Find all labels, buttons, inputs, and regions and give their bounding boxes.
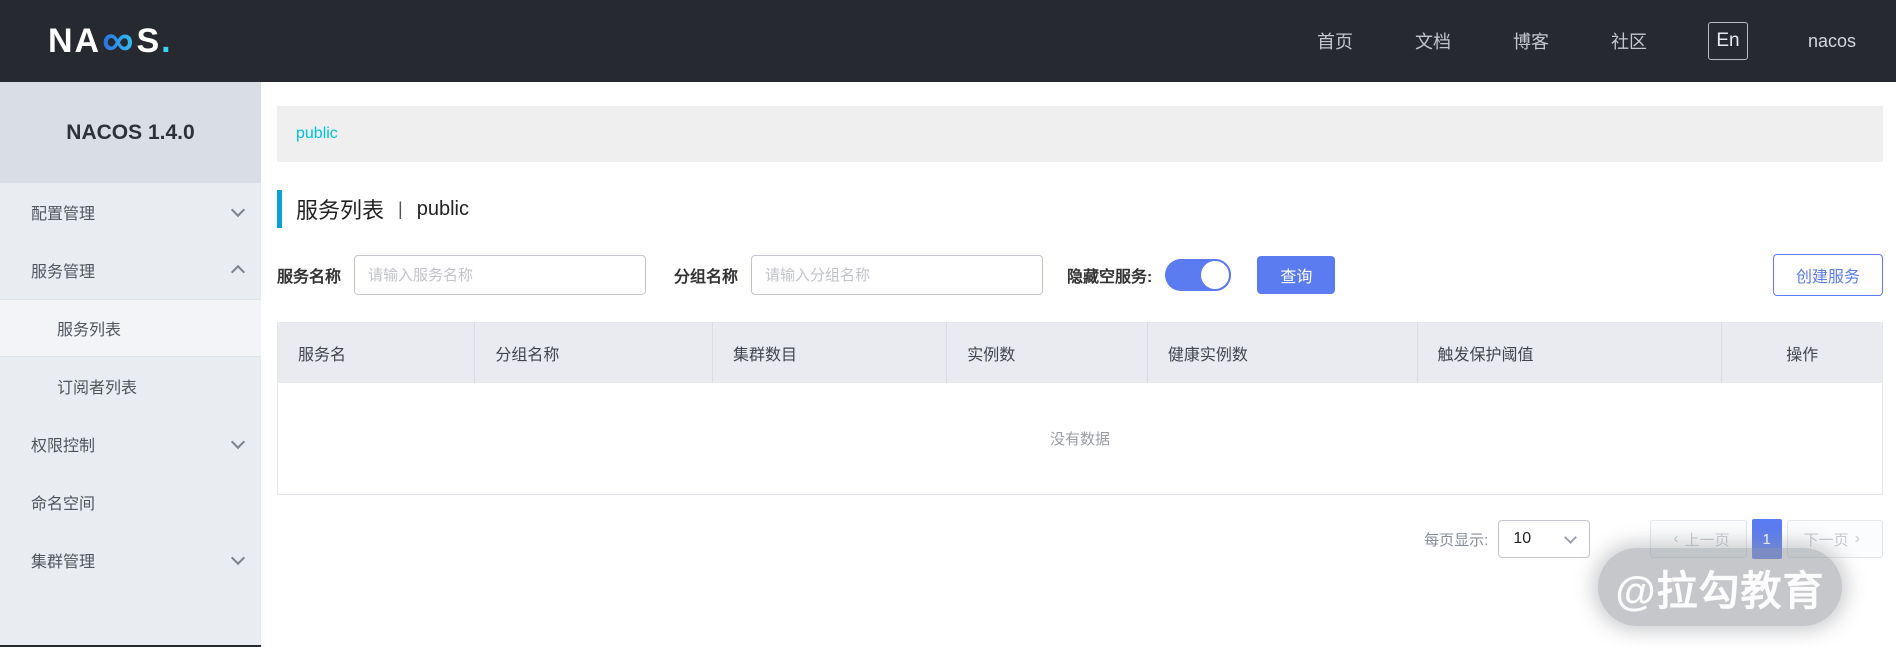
- sidebar-item-label: 配置管理: [31, 200, 95, 224]
- empty-state-text: 没有数据: [278, 383, 1883, 495]
- search-form: 服务名称 分组名称 隐藏空服务: 查询 创建服务: [277, 254, 1883, 296]
- page-size-label: 每页显示:: [1424, 529, 1488, 550]
- title-accent-bar: [277, 190, 282, 228]
- col-header-cluster-count: 集群数目: [712, 323, 946, 383]
- sidebar-item-namespace[interactable]: 命名空间: [0, 473, 261, 531]
- col-header-service-name: 服务名: [278, 323, 475, 383]
- chevron-down-icon: [231, 203, 245, 217]
- breadcrumb-namespace-link[interactable]: public: [296, 125, 338, 143]
- chevron-right-icon: ›: [1855, 530, 1860, 548]
- watermark-badge: @拉勾教育: [1598, 548, 1842, 626]
- chevron-down-icon: [1564, 531, 1577, 544]
- breadcrumb: public: [277, 106, 1883, 162]
- next-page-label: 下一页: [1804, 529, 1849, 550]
- username-menu[interactable]: nacos: [1808, 31, 1856, 52]
- sidebar-item-label: 服务管理: [31, 258, 95, 282]
- group-name-input[interactable]: [751, 255, 1043, 295]
- page-size-value: 10: [1513, 530, 1531, 548]
- col-header-group-name: 分组名称: [475, 323, 713, 383]
- sidebar-item-subscriber-list[interactable]: 订阅者列表: [0, 357, 261, 415]
- table-header-row: 服务名 分组名称 集群数目 实例数 健康实例数 触发保护阈值 操作: [278, 323, 1883, 383]
- nav-link-docs[interactable]: 文档: [1415, 28, 1451, 54]
- sidebar-item-label: 权限控制: [31, 432, 95, 456]
- empty-state-row: 没有数据: [278, 383, 1883, 495]
- chevron-up-icon: [231, 265, 245, 279]
- sidebar-item-service-list[interactable]: 服务列表: [0, 299, 261, 357]
- group-name-label: 分组名称: [674, 263, 738, 287]
- sidebar-item-label: 服务列表: [57, 316, 121, 340]
- toggle-knob: [1199, 259, 1231, 291]
- page-title: 服务列表: [296, 193, 384, 225]
- logo-text-right: S: [136, 22, 161, 61]
- language-switch-button[interactable]: En: [1708, 22, 1748, 60]
- chevron-left-icon: ‹: [1673, 530, 1678, 548]
- sidebar-item-cluster-management[interactable]: 集群管理: [0, 531, 261, 589]
- sidebar-item-label: 订阅者列表: [57, 374, 137, 398]
- title-separator: |: [398, 199, 403, 220]
- nav-link-home[interactable]: 首页: [1317, 28, 1353, 54]
- create-service-button[interactable]: 创建服务: [1773, 254, 1883, 296]
- sidebar-item-config-management[interactable]: 配置管理: [0, 183, 261, 241]
- col-header-operations: 操作: [1722, 323, 1883, 383]
- infinity-icon: ∞: [102, 26, 135, 56]
- page-size-select[interactable]: 10: [1498, 520, 1590, 558]
- version-label: NACOS 1.4.0: [66, 121, 194, 145]
- service-name-label: 服务名称: [277, 263, 341, 287]
- logo-text-left: NA: [48, 22, 101, 61]
- service-table: 服务名 分组名称 集群数目 实例数 健康实例数 触发保护阈值 操作 没有数据: [277, 322, 1883, 495]
- nav-link-community[interactable]: 社区: [1611, 28, 1647, 54]
- sidebar: NACOS 1.4.0 配置管理 服务管理 服务列表 订阅者列表 权限控制 命名…: [0, 82, 261, 645]
- prev-page-label: 上一页: [1685, 529, 1730, 550]
- col-header-instance-count: 实例数: [947, 323, 1148, 383]
- service-name-input[interactable]: [354, 255, 646, 295]
- col-header-healthy-instance-count: 健康实例数: [1147, 323, 1417, 383]
- hide-empty-service-toggle[interactable]: [1165, 259, 1231, 291]
- chevron-down-icon: [231, 551, 245, 565]
- col-header-protect-threshold: 触发保护阈值: [1417, 323, 1722, 383]
- nav-link-blog[interactable]: 博客: [1513, 28, 1549, 54]
- nacos-logo[interactable]: NA∞S.: [48, 22, 173, 61]
- sidebar-item-permission-control[interactable]: 权限控制: [0, 415, 261, 473]
- sidebar-item-service-management[interactable]: 服务管理: [0, 241, 261, 299]
- top-navbar: NA∞S. 首页 文档 博客 社区 En nacos: [0, 0, 1896, 82]
- logo-dot: .: [161, 22, 172, 61]
- nav-links: 首页 文档 博客 社区 En nacos: [1286, 22, 1856, 60]
- title-namespace: public: [417, 198, 469, 221]
- sidebar-item-label: 集群管理: [31, 548, 95, 572]
- watermark-text: @拉勾教育: [1616, 557, 1825, 617]
- query-button[interactable]: 查询: [1257, 256, 1335, 294]
- chevron-down-icon: [231, 435, 245, 449]
- sidebar-version-header: NACOS 1.4.0: [0, 82, 261, 183]
- sidebar-item-label: 命名空间: [31, 490, 95, 514]
- page-title-row: 服务列表 | public: [277, 190, 1883, 228]
- hide-empty-service-label: 隐藏空服务:: [1067, 263, 1152, 287]
